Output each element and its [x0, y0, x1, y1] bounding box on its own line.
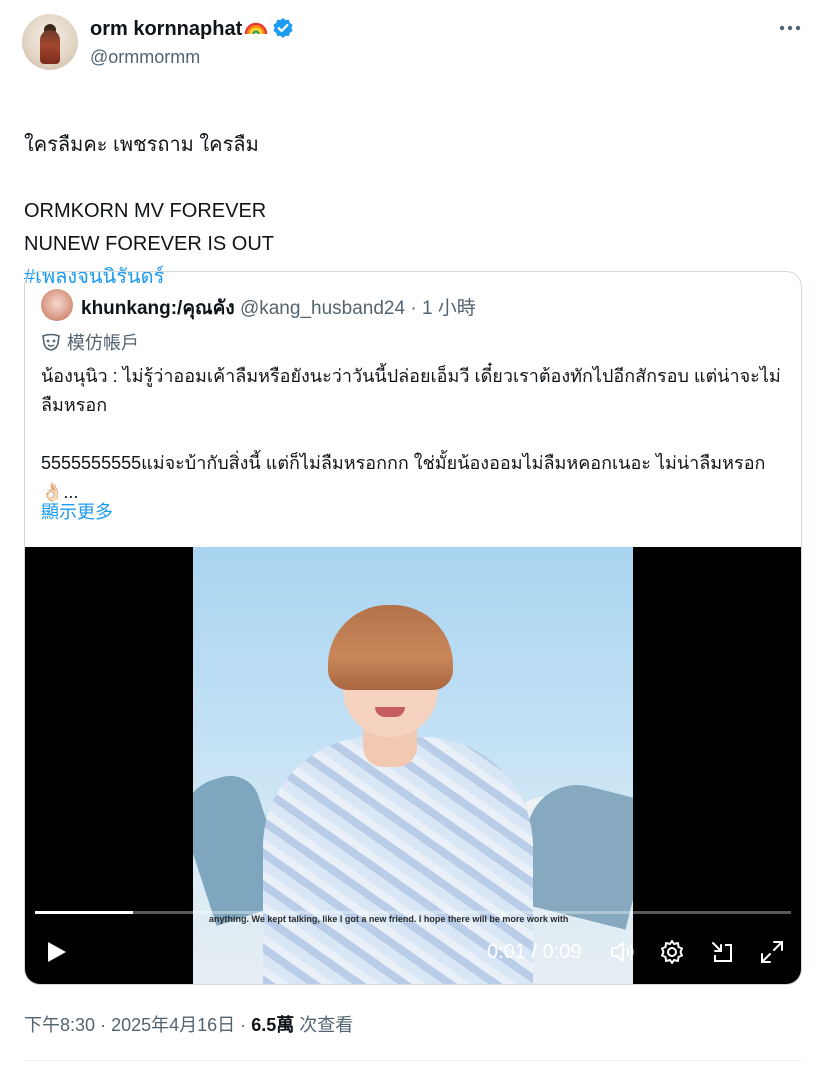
quoted-post[interactable]: khunkang:/คุณคัง @kang_husband24 · 1 小時 …: [24, 271, 802, 985]
author-display-name[interactable]: orm kornnaphat: [90, 16, 294, 41]
author-avatar[interactable]: [22, 14, 78, 70]
parody-mask-icon: [42, 333, 60, 351]
quote-time[interactable]: 1 小時: [422, 298, 476, 319]
quote-author-avatar[interactable]: [41, 289, 73, 321]
quote-author-name[interactable]: khunkang:/คุณคัง: [81, 298, 235, 319]
video-time-separator: /: [531, 941, 538, 963]
play-icon[interactable]: [43, 939, 69, 965]
video-time: 0:01 / 0:09: [487, 941, 582, 964]
post-date[interactable]: 2025年4月16日: [111, 1015, 235, 1035]
view-count: 6.5萬: [251, 1015, 295, 1035]
author-name-text[interactable]: orm kornnaphat: [90, 18, 242, 40]
tweet-body: ใครลืมคะ เพชรถาม ใครลืม ORMKORN MV FOREV…: [24, 134, 275, 255]
fullscreen-icon[interactable]: [759, 939, 785, 965]
rainbow-icon: [245, 22, 268, 35]
quote-author-handle[interactable]: @kang_husband24: [240, 298, 405, 319]
video-frame[interactable]: anything. We kept talking, like I got a …: [193, 547, 633, 984]
author-handle[interactable]: @ormmormm: [90, 47, 200, 68]
quote-text: น้องนุนิว : ไม่รู้ว่าออมเค้าลืมหรือยังนะ…: [41, 366, 781, 502]
video-player[interactable]: anything. We kept talking, like I got a …: [25, 547, 801, 984]
video-current-time: 0:01: [487, 941, 526, 963]
show-more-link[interactable]: 顯示更多: [41, 498, 113, 524]
parody-account-label: 模仿帳戶: [41, 329, 139, 355]
meta-separator: ·: [240, 1015, 247, 1035]
post-meta: 下午8:30 · 2025年4月16日 · 6.5萬 次查看: [24, 1011, 353, 1037]
quote-separator: ·: [410, 298, 417, 319]
volume-icon[interactable]: [609, 939, 635, 965]
meta-separator: ·: [100, 1015, 107, 1035]
quote-author-line: khunkang:/คุณคัง @kang_husband24 · 1 小時: [81, 293, 476, 323]
view-label: 次查看: [299, 1015, 354, 1035]
verified-badge-icon: [273, 18, 293, 38]
post-time[interactable]: 下午8:30: [24, 1015, 95, 1035]
more-icon[interactable]: [776, 16, 804, 40]
video-progress-fill: [35, 911, 134, 914]
parody-label-text: 模仿帳戶: [67, 333, 139, 353]
divider: [24, 1060, 802, 1061]
pip-icon[interactable]: [709, 939, 735, 965]
video-progress-bar[interactable]: [35, 911, 791, 914]
video-duration: 0:09: [542, 941, 582, 963]
settings-icon[interactable]: [659, 939, 685, 965]
